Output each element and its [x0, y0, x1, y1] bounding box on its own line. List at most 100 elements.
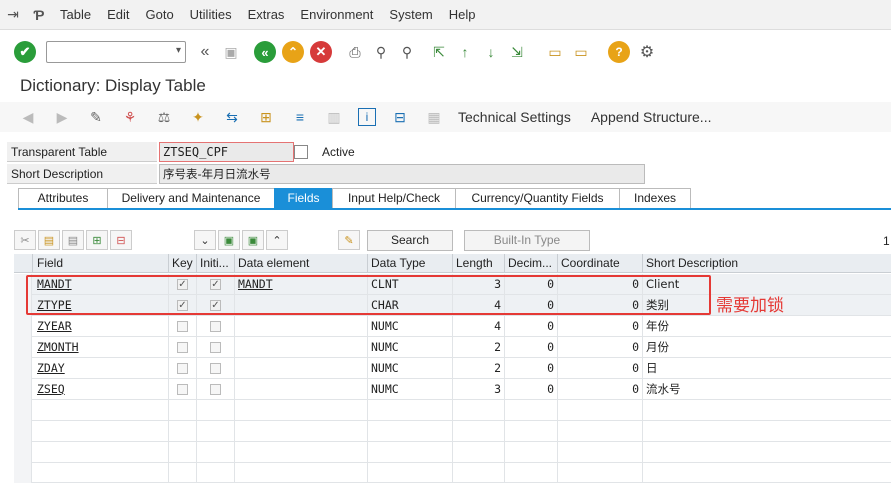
short-description[interactable]: 日 — [643, 358, 891, 379]
data-type[interactable]: NUMC — [368, 358, 453, 379]
find-next-icon[interactable]: ⚲ — [396, 41, 418, 63]
menu-utilities[interactable]: Utilities — [182, 0, 240, 30]
length[interactable]: 2 — [453, 337, 505, 358]
short-description[interactable]: 流水号 — [643, 379, 891, 400]
table-row[interactable]: ZDAY NUMC 2 0 0 日 — [14, 358, 891, 379]
built-in-type-button[interactable]: Built-In Type — [464, 230, 590, 251]
empty-row[interactable] — [14, 400, 891, 421]
display-change-icon[interactable]: ✎ — [86, 107, 106, 127]
menu-goto[interactable]: Goto — [137, 0, 181, 30]
activate-icon[interactable]: ✦ — [188, 107, 208, 127]
cut-icon[interactable]: ✂ — [14, 230, 36, 250]
data-type[interactable]: NUMC — [368, 337, 453, 358]
cancel-icon[interactable]: ✕ — [310, 41, 332, 63]
row-selector[interactable] — [14, 379, 32, 400]
menu-extras[interactable]: Extras — [240, 0, 293, 30]
empty-row[interactable] — [14, 442, 891, 463]
tab-attributes[interactable]: Attributes — [18, 188, 108, 208]
col-field[interactable]: Field — [33, 254, 169, 273]
short-description[interactable]: 月份 — [643, 337, 891, 358]
table-row[interactable]: ZMONTH NUMC 2 0 0 月份 — [14, 337, 891, 358]
col-coordinate[interactable]: Coordinate — [558, 254, 643, 273]
row-selector[interactable] — [14, 463, 32, 483]
create-shortcut-icon[interactable]: ▭ — [570, 41, 592, 63]
key-checkbox[interactable] — [177, 342, 188, 353]
field-name[interactable]: ZYEAR — [33, 316, 169, 337]
initial-checkbox[interactable] — [210, 384, 221, 395]
tab-delivery-maintenance[interactable]: Delivery and Maintenance — [107, 188, 275, 208]
collapse-icon[interactable]: « — [194, 41, 216, 63]
command-field[interactable]: ▾ — [46, 41, 186, 63]
menu-edit[interactable]: Edit — [99, 0, 137, 30]
copy-rows-icon[interactable]: ▤ — [38, 230, 60, 250]
tab-currency-quantity[interactable]: Currency/Quantity Fields — [455, 188, 620, 208]
data-element[interactable] — [235, 379, 368, 400]
menu-help[interactable]: Help — [441, 0, 484, 30]
length[interactable]: 4 — [453, 316, 505, 337]
coordinate[interactable]: 0 — [558, 379, 643, 400]
pencil-icon[interactable]: ✎ — [338, 230, 360, 250]
key-checkbox[interactable] — [177, 363, 188, 374]
tab-indexes[interactable]: Indexes — [619, 188, 691, 208]
table-contents-icon[interactable]: ▦ — [424, 107, 444, 127]
col-data-element[interactable]: Data element — [235, 254, 368, 273]
other-object-icon[interactable]: ⚘ — [120, 107, 140, 127]
row-selector[interactable] — [14, 316, 32, 337]
save-icon[interactable]: ▣ — [220, 41, 242, 63]
paste-icon[interactable]: ▤ — [62, 230, 84, 250]
field-name[interactable]: ZDAY — [33, 358, 169, 379]
length[interactable]: 3 — [453, 379, 505, 400]
table-row[interactable]: ZYEAR NUMC 4 0 0 年份 — [14, 316, 891, 337]
row-selector[interactable] — [14, 337, 32, 358]
table-row[interactable]: ZSEQ NUMC 3 0 0 流水号 — [14, 379, 891, 400]
display-object-list-icon[interactable]: ▥ — [324, 107, 344, 127]
copy-icon[interactable] — [294, 145, 308, 159]
enter-check-icon[interactable]: ✔ — [14, 41, 36, 63]
print-icon[interactable]: ⎙ — [344, 41, 366, 63]
col-data-type[interactable]: Data Type — [368, 254, 453, 273]
field-name[interactable]: ZMONTH — [33, 337, 169, 358]
find-icon[interactable]: ⚲ — [370, 41, 392, 63]
data-type[interactable]: NUMC — [368, 379, 453, 400]
data-type[interactable]: NUMC — [368, 316, 453, 337]
settings-gear-icon[interactable]: ⚙ — [636, 41, 658, 63]
menu-system[interactable]: System — [381, 0, 440, 30]
col-key[interactable]: Key — [169, 254, 197, 273]
empty-row[interactable] — [14, 463, 891, 483]
back-icon[interactable]: « — [254, 41, 276, 63]
initial-checkbox[interactable] — [210, 342, 221, 353]
select-block-icon[interactable]: ▣ — [242, 230, 264, 250]
data-element[interactable] — [235, 316, 368, 337]
key-checkbox[interactable] — [177, 384, 188, 395]
next-page-icon[interactable]: ↓ — [480, 41, 502, 63]
info-icon[interactable]: i — [358, 108, 376, 126]
col-initial[interactable]: Initi... — [197, 254, 235, 273]
technical-settings-button[interactable]: Technical Settings — [458, 109, 571, 125]
collapse-rows-icon[interactable]: ⌄ — [194, 230, 216, 250]
forward-arrow-icon[interactable]: ▶ — [52, 107, 72, 127]
initial-checkbox[interactable] — [210, 363, 221, 374]
decimals[interactable]: 0 — [505, 379, 558, 400]
coordinate[interactable]: 0 — [558, 358, 643, 379]
dropdown-chevron-icon[interactable]: ▾ — [176, 45, 181, 56]
row-selector[interactable] — [14, 442, 32, 463]
empty-row[interactable] — [14, 421, 891, 442]
insert-row-icon[interactable]: ⊞ — [86, 230, 108, 250]
menu-environment[interactable]: Environment — [292, 0, 381, 30]
row-selector[interactable] — [14, 358, 32, 379]
coordinate[interactable]: 0 — [558, 337, 643, 358]
back-arrow-icon[interactable]: ◀ — [18, 107, 38, 127]
col-short-description[interactable]: Short Description — [643, 254, 891, 273]
expand-rows-icon[interactable]: ⌃ — [266, 230, 288, 250]
structure-icon[interactable]: ⊟ — [390, 107, 410, 127]
col-decimals[interactable]: Decim... — [505, 254, 558, 273]
previous-page-icon[interactable]: ↑ — [454, 41, 476, 63]
help-icon[interactable]: ? — [608, 41, 630, 63]
insert-block-icon[interactable]: ▣ — [218, 230, 240, 250]
decimals[interactable]: 0 — [505, 337, 558, 358]
exit-icon[interactable]: ⌃ — [282, 41, 304, 63]
data-element[interactable] — [235, 337, 368, 358]
tab-input-help-check[interactable]: Input Help/Check — [332, 188, 456, 208]
key-checkbox[interactable] — [177, 321, 188, 332]
decimals[interactable]: 0 — [505, 316, 558, 337]
